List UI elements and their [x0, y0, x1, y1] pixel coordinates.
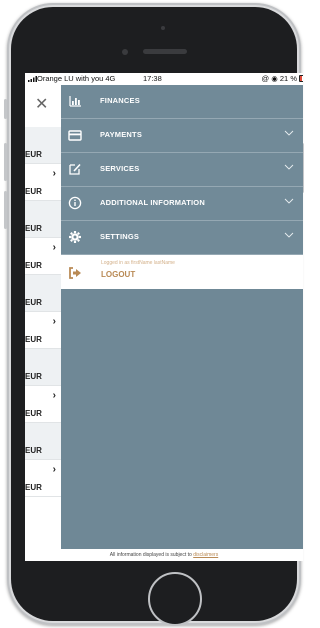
battery-percent: 21 % [279, 74, 297, 83]
menu-item-label: FINANCES [100, 96, 140, 105]
row-amount: EUR [25, 224, 42, 233]
home-button[interactable] [148, 572, 202, 626]
gear-icon [69, 231, 81, 243]
mute-switch [4, 99, 7, 119]
row-amount: EUR [25, 483, 42, 492]
disclaimer-footer: All information displayed is subject to … [25, 549, 303, 561]
signal-bars-icon [28, 76, 37, 82]
close-icon[interactable]: ✕ [35, 97, 48, 113]
row-amount: EUR [25, 187, 42, 196]
background-list-row[interactable]: EUR › [25, 238, 61, 275]
info-icon [68, 196, 82, 210]
chevron-right-icon: › [52, 242, 56, 253]
front-camera [122, 49, 128, 55]
battery-icon [299, 75, 303, 82]
background-list-row[interactable]: EUR › [25, 386, 61, 423]
chevron-down-icon [284, 198, 294, 204]
carrier-label: Orange LU with you 4G [37, 74, 116, 83]
background-list-row[interactable]: EUR [25, 127, 61, 164]
menu-item-settings[interactable]: SETTINGS [61, 221, 303, 255]
side-menu: FINANCES PAYMENTS SERVICES ADDITIONAL INFOR… [61, 85, 303, 549]
menu-item-payments[interactable]: PAYMENTS [61, 119, 303, 153]
chevron-down-icon [284, 164, 294, 170]
volume-down-button [4, 191, 7, 229]
edit-icon [69, 163, 81, 175]
bar-chart-icon [69, 96, 81, 107]
background-list-row[interactable]: EUR [25, 201, 61, 238]
background-list-row[interactable]: EUR [25, 349, 61, 386]
menu-item-label: PAYMENTS [100, 130, 143, 139]
background-list-row[interactable]: EUR › [25, 460, 61, 497]
logged-in-as-text: Logged in as firstName lastName [101, 260, 175, 266]
row-amount: EUR [25, 298, 42, 307]
status-right: @ ◉ 21 % [261, 74, 303, 83]
app-screen: Orange LU with you 4G 17:38 @ ◉ 21 % ✕ E… [25, 73, 303, 561]
menu-item-label: SETTINGS [100, 232, 140, 241]
menu-item-label: ADDITIONAL INFORMATION [100, 198, 205, 207]
chevron-right-icon: › [52, 390, 56, 401]
signal-carrier: Orange LU with you 4G [28, 74, 115, 83]
background-list-row[interactable]: EUR [25, 275, 61, 312]
logout-label: LOGOUT [101, 270, 136, 279]
menu-item-additional-information[interactable]: ADDITIONAL INFORMATION [61, 187, 303, 221]
row-amount: EUR [25, 335, 42, 344]
credit-card-icon [68, 130, 82, 141]
menu-item-finances[interactable]: FINANCES [61, 85, 303, 119]
background-list-row[interactable]: EUR › [25, 164, 61, 201]
logout-icon [69, 267, 81, 279]
status-time: 17:38 [143, 74, 162, 83]
chevron-down-icon [284, 130, 294, 136]
background-list-row[interactable]: EUR › [25, 312, 61, 349]
alarm-icon: ◉ [271, 74, 278, 83]
background-list-row[interactable]: EUR [25, 423, 61, 460]
status-bar: Orange LU with you 4G 17:38 @ ◉ 21 % [25, 73, 303, 85]
earpiece-speaker [143, 49, 187, 54]
row-amount: EUR [25, 150, 42, 159]
row-amount: EUR [25, 372, 42, 381]
chevron-down-icon [284, 232, 294, 238]
row-amount: EUR [25, 446, 42, 455]
menu-item-services[interactable]: SERVICES [61, 153, 303, 187]
chevron-right-icon: › [52, 316, 56, 327]
chevron-right-icon: › [52, 464, 56, 475]
row-amount: EUR [25, 261, 42, 270]
menu-item-label: SERVICES [100, 164, 140, 173]
row-amount: EUR [25, 409, 42, 418]
proximity-sensor [161, 26, 165, 30]
background-list-panel: ✕ EUR EUR › EUR EUR › EUR EUR › EUR EUR › EUR EUR › [25, 85, 61, 561]
logout-item[interactable]: Logged in as firstName lastName LOGOUT [61, 255, 303, 289]
location-icon: @ [261, 74, 270, 83]
disclaimer-link[interactable]: disclaimers [193, 552, 218, 558]
chevron-right-icon: › [52, 168, 56, 179]
volume-up-button [4, 143, 7, 181]
disclaimer-text: All information displayed is subject to [109, 552, 192, 558]
